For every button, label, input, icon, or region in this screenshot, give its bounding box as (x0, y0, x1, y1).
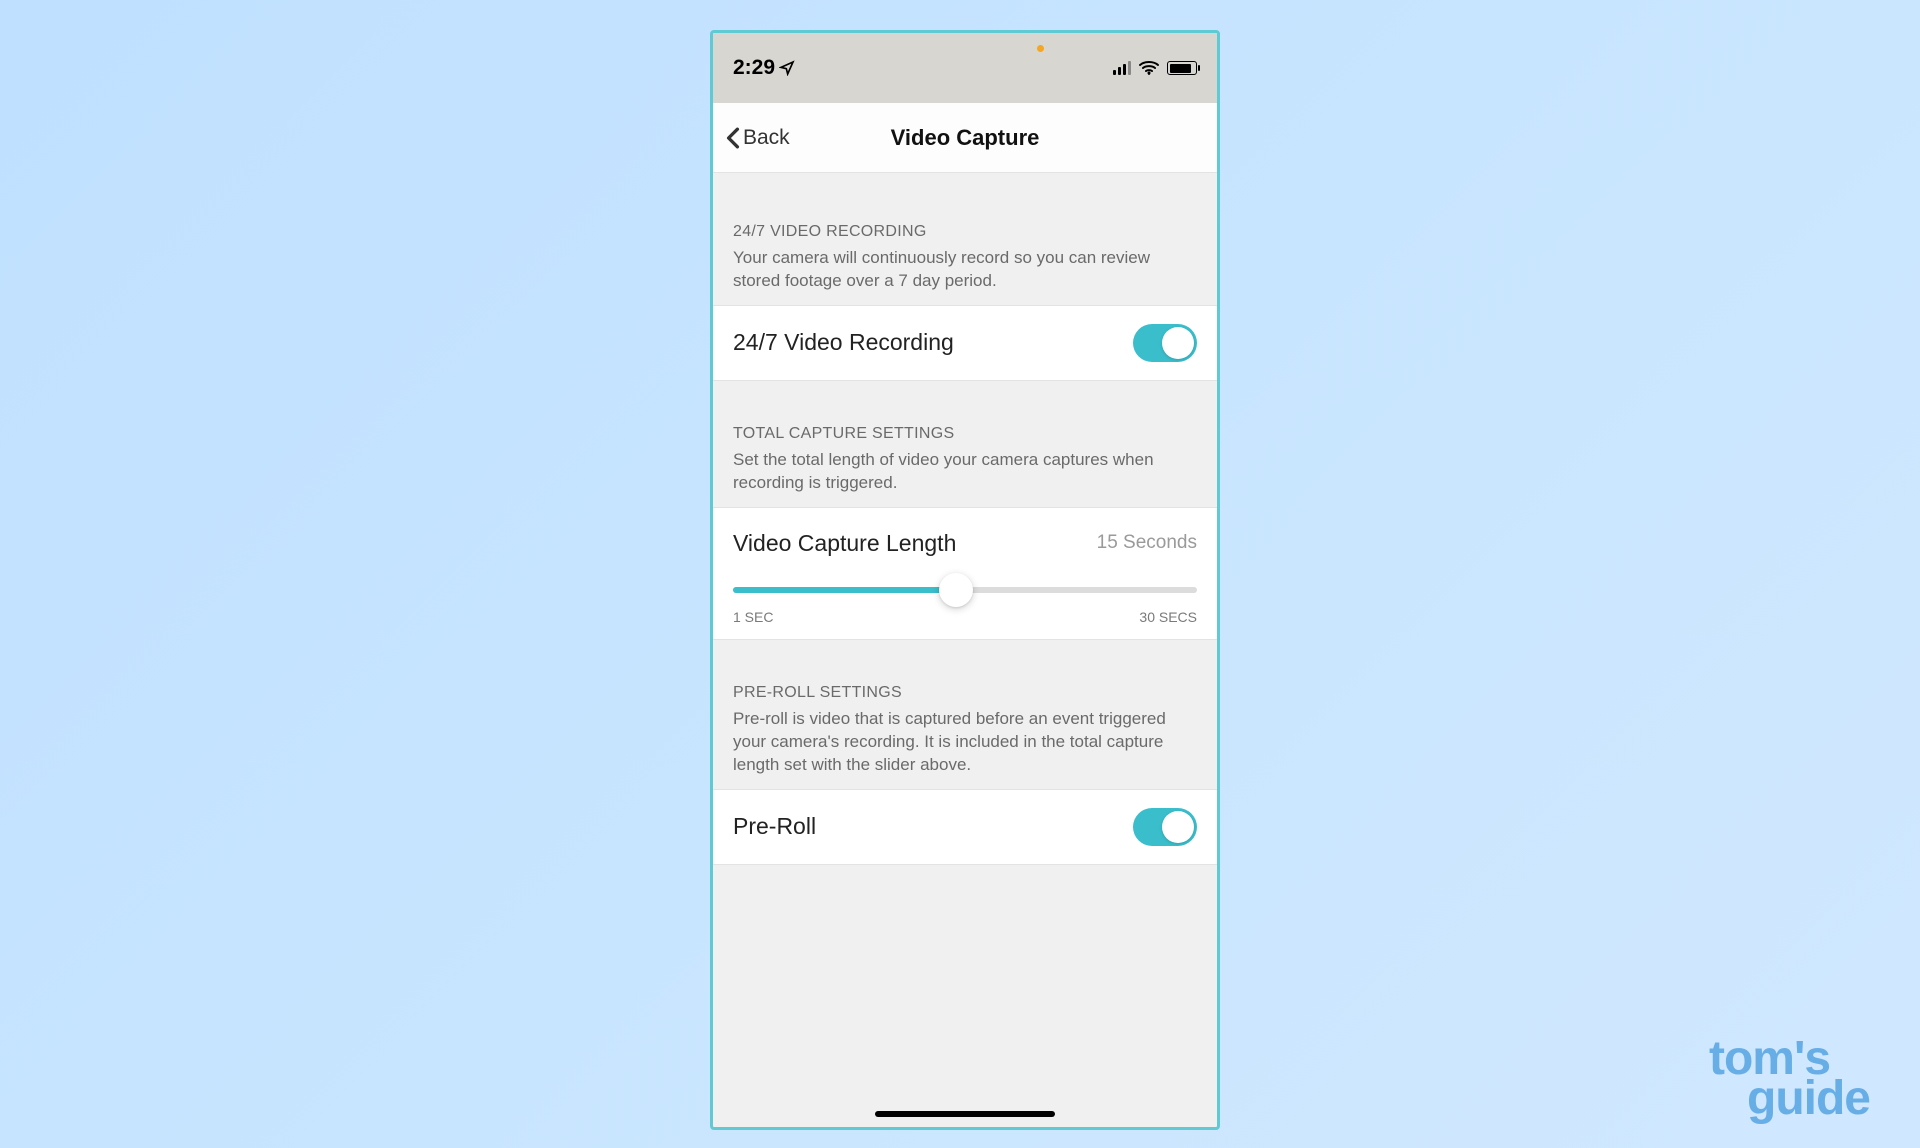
section-desc-preroll: Pre-roll is video that is captured befor… (733, 708, 1197, 777)
section-desc-capture: Set the total length of video your camer… (733, 449, 1197, 495)
content-area: 24/7 VIDEO RECORDING Your camera will co… (713, 173, 1217, 865)
page-title: Video Capture (891, 125, 1040, 151)
section-header-capture: TOTAL CAPTURE SETTINGS Set the total len… (713, 381, 1217, 507)
battery-icon (1167, 61, 1197, 75)
capture-length-slider[interactable] (733, 587, 1197, 593)
capture-length-value: 15 Seconds (1097, 532, 1197, 554)
section-header-247: 24/7 VIDEO RECORDING Your camera will co… (713, 173, 1217, 305)
back-label: Back (743, 126, 790, 150)
watermark-logo: tom's guide (1709, 1039, 1870, 1118)
capture-length-label: Video Capture Length (733, 530, 956, 557)
orange-dot-indicator-icon (1037, 45, 1044, 52)
wifi-icon (1139, 61, 1159, 75)
row-247-recording: 24/7 Video Recording (713, 305, 1217, 381)
location-arrow-icon (779, 60, 795, 76)
chevron-left-icon (725, 127, 741, 149)
row-preroll: Pre-Roll (713, 789, 1217, 865)
phone-frame: 2:29 Back Video Capture (710, 30, 1220, 1130)
time-text: 2:29 (733, 56, 775, 80)
toggle-preroll[interactable] (1133, 808, 1197, 846)
section-title-capture: TOTAL CAPTURE SETTINGS (733, 425, 1197, 443)
slider-min-label: 1 SEC (733, 609, 773, 625)
row-capture-length: Video Capture Length 15 Seconds 1 SEC 30… (713, 507, 1217, 640)
section-desc-247: Your camera will continuously record so … (733, 247, 1197, 293)
status-time: 2:29 (733, 56, 795, 80)
row-label-preroll: Pre-Roll (733, 813, 816, 840)
cellular-signal-icon (1113, 61, 1131, 75)
toggle-knob-icon (1162, 811, 1194, 843)
slider-max-label: 30 SECS (1139, 609, 1197, 625)
toggle-247-recording[interactable] (1133, 324, 1197, 362)
toggle-knob-icon (1162, 327, 1194, 359)
section-title-preroll: PRE-ROLL SETTINGS (733, 684, 1197, 702)
back-button[interactable]: Back (725, 126, 790, 150)
home-indicator[interactable] (875, 1111, 1055, 1117)
section-header-preroll: PRE-ROLL SETTINGS Pre-roll is video that… (713, 640, 1217, 789)
slider-thumb[interactable] (939, 573, 973, 607)
status-bar: 2:29 (713, 33, 1217, 103)
nav-header: Back Video Capture (713, 103, 1217, 173)
section-title-247: 24/7 VIDEO RECORDING (733, 223, 1197, 241)
status-icons (1113, 61, 1197, 75)
slider-fill (733, 587, 956, 593)
row-label-247: 24/7 Video Recording (733, 329, 954, 356)
